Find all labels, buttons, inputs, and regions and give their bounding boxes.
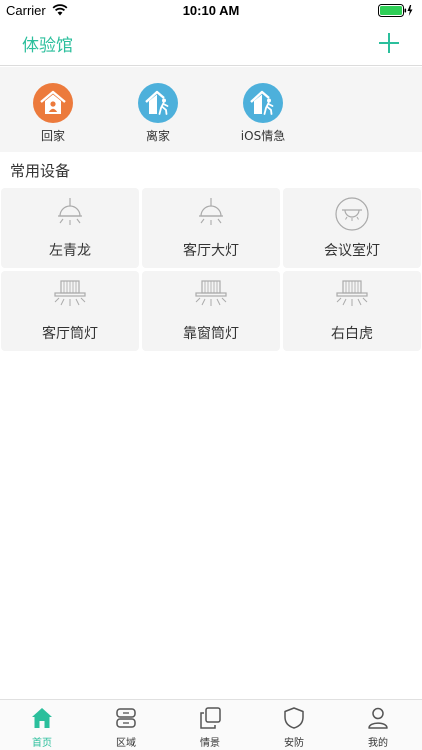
tab-me[interactable]: 我的 [348,706,408,749]
add-icon[interactable] [378,32,400,54]
status-bar: Carrier 10:10 AM [0,0,422,22]
scene-go-home[interactable]: 回家 [13,83,93,144]
scene-bar: 回家 离家 iOS情急 [0,67,422,152]
tab-bar: 首页 区域 情景 安防 我的 [0,699,422,750]
home-icon [32,708,52,728]
device-label: 左青龙 [49,243,91,259]
device-card[interactable]: 客厅大灯 [142,188,280,268]
device-card[interactable]: 右白虎 [283,271,421,351]
nav-header: 体验馆 [0,22,422,66]
device-label: 会议室灯 [324,243,380,259]
tab-label: 首页 [32,738,52,749]
downlight-icon [195,280,227,306]
area-icon [116,708,136,728]
device-label: 客厅筒灯 [42,326,98,342]
scene-label: 离家 [145,129,170,143]
scene-label: 回家 [40,129,65,143]
pendant-lamp-icon [199,198,223,225]
scene-ios-emergency[interactable]: iOS情急 [223,83,303,144]
tab-label: 我的 [368,738,388,749]
user-icon [368,707,388,729]
scene-label: iOS情急 [240,129,286,143]
downlight-icon [336,280,368,306]
tab-area[interactable]: 区域 [96,706,156,749]
device-card[interactable]: 靠窗筒灯 [142,271,280,351]
scene-icon [200,707,221,729]
scene-leave-home[interactable]: 离家 [118,83,198,144]
device-label: 靠窗筒灯 [183,326,239,342]
downlight-icon [54,280,86,306]
tab-label: 区域 [116,738,136,749]
page-title: 体验馆 [22,36,73,56]
shield-icon [284,707,304,729]
home-leave-icon [243,83,283,123]
device-card[interactable]: 会议室灯 [283,188,421,268]
section-title: 常用设备 [10,162,71,180]
tab-home[interactable]: 首页 [12,706,72,749]
device-card[interactable]: 客厅筒灯 [1,271,139,351]
home-person-icon [33,83,73,123]
tab-security[interactable]: 安防 [264,706,324,749]
tab-label: 安防 [284,738,304,749]
home-leave-icon [138,83,178,123]
pendant-lamp-icon [58,198,82,225]
device-card[interactable]: 左青龙 [1,188,139,268]
device-label: 右白虎 [331,326,373,342]
ceiling-lamp-icon [335,197,369,231]
device-label: 客厅大灯 [183,243,239,259]
tab-label: 情景 [200,738,220,749]
clock: 10:10 AM [182,3,240,18]
tab-scene[interactable]: 情景 [180,706,240,749]
battery-icon [378,4,413,17]
